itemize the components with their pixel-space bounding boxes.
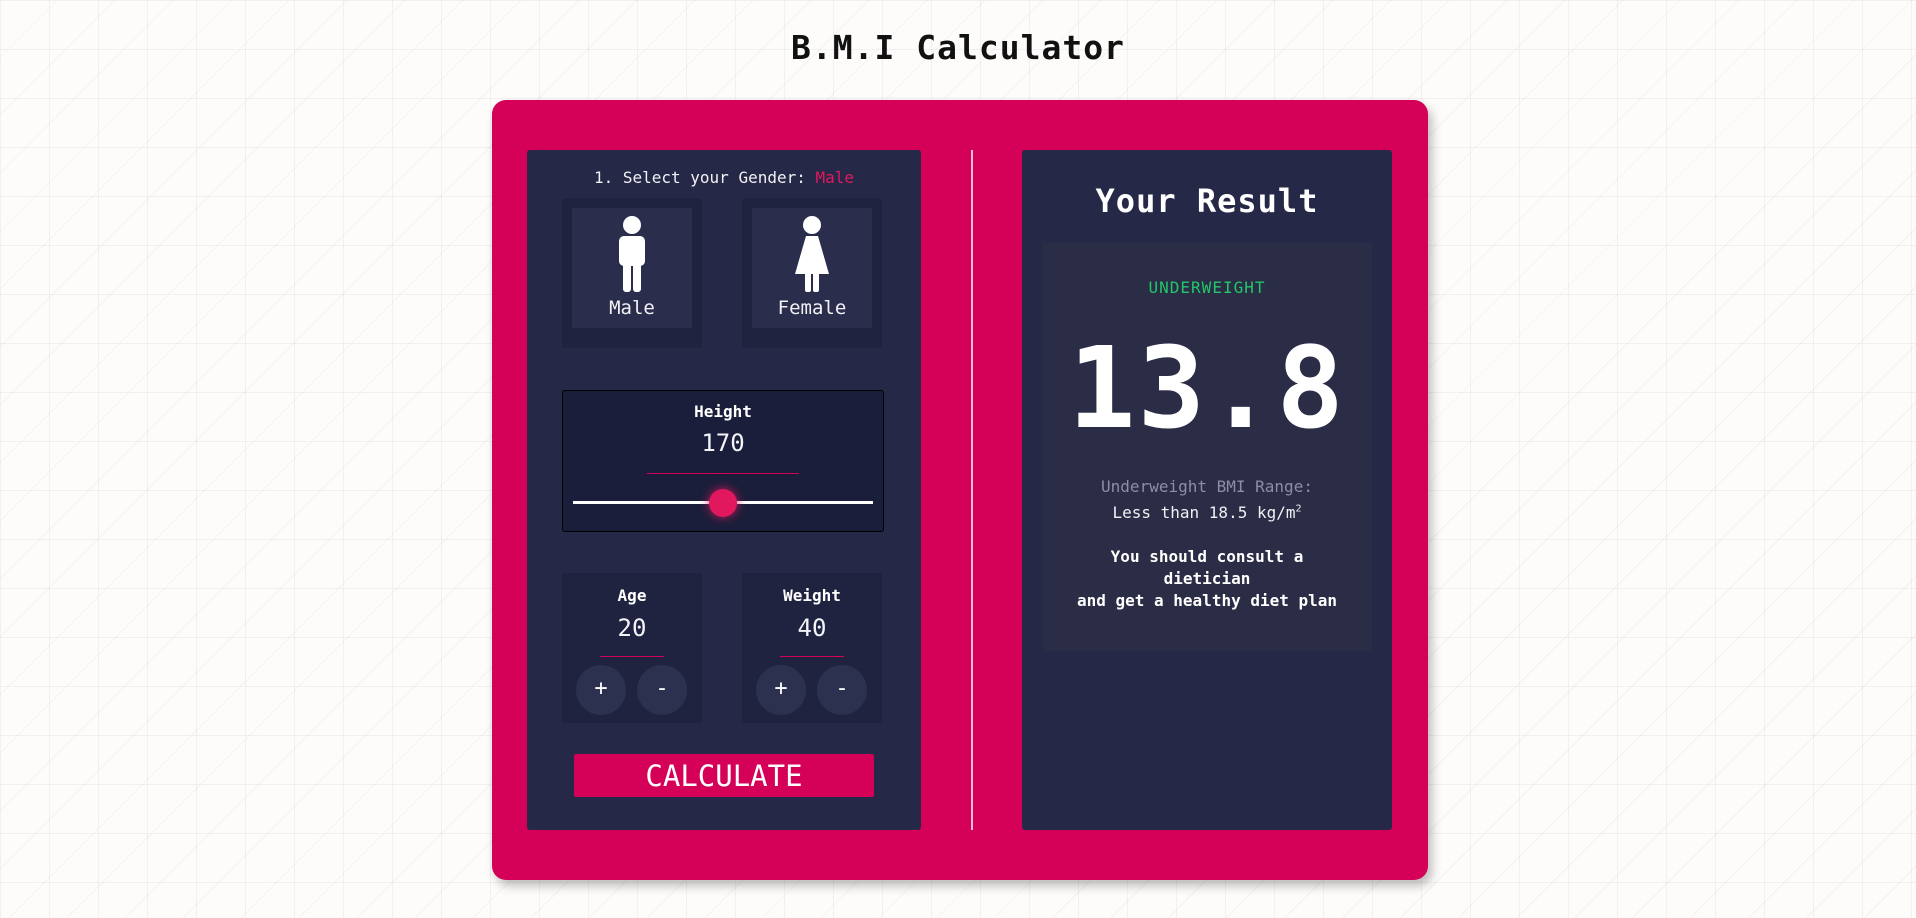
height-control: Height 170: [562, 390, 884, 532]
bmi-advice: You should consult a dietician and get a…: [1072, 546, 1342, 612]
calculate-button[interactable]: CALCULATE: [574, 754, 874, 797]
gender-option-male-inner: Male: [572, 208, 692, 328]
gender-prompt-text: 1. Select your Gender:: [593, 168, 816, 187]
male-icon: [619, 216, 645, 292]
bmi-range-text: Less than 18.5 kg/m: [1112, 503, 1296, 522]
gender-option-male-label: Male: [609, 297, 655, 319]
height-underline: [647, 473, 799, 474]
page-title: B.M.I Calculator: [791, 28, 1125, 67]
result-panel: Your Result UNDERWEIGHT 13.8 Underweight…: [1022, 150, 1392, 830]
age-increment-button[interactable]: +: [576, 665, 626, 715]
bmi-value: 13.8: [1068, 324, 1346, 454]
age-title: Age: [617, 586, 647, 605]
female-icon: [795, 216, 829, 292]
age-control: Age 20 + -: [562, 573, 702, 723]
bmi-range-unit-sup: 2: [1295, 503, 1302, 515]
weight-value: 40: [797, 614, 827, 642]
gender-option-male[interactable]: Male: [562, 198, 702, 348]
result-title: Your Result: [1095, 182, 1319, 220]
height-slider-thumb[interactable]: [709, 489, 737, 517]
weight-title: Weight: [783, 586, 841, 605]
input-panel: 1. Select your Gender: Male Male Female …: [527, 150, 921, 830]
result-box: UNDERWEIGHT 13.8 Underweight BMI Range: …: [1042, 243, 1372, 651]
weight-control: Weight 40 + -: [742, 573, 882, 723]
bmi-advice-line-2: and get a healthy diet plan: [1076, 591, 1338, 610]
weight-decrement-button[interactable]: -: [817, 665, 867, 715]
gender-prompt: 1. Select your Gender: Male: [527, 168, 921, 187]
age-decrement-button[interactable]: -: [637, 665, 687, 715]
weight-increment-button[interactable]: +: [756, 665, 806, 715]
bmi-advice-line-1: You should consult a dietician: [1110, 547, 1304, 588]
gender-option-female-label: Female: [777, 297, 847, 319]
panel-divider: [971, 150, 973, 830]
bmi-range-value: Less than 18.5 kg/m2: [1042, 503, 1372, 522]
gender-option-female-inner: Female: [752, 208, 872, 328]
age-underline: [600, 656, 664, 657]
bmi-range-label: Underweight BMI Range:: [1101, 477, 1313, 496]
age-value: 20: [617, 614, 647, 642]
weight-underline: [780, 656, 844, 657]
calculator-card: 1. Select your Gender: Male Male Female …: [492, 100, 1428, 880]
bmi-status: UNDERWEIGHT: [1148, 278, 1266, 297]
selected-gender: Male: [815, 168, 855, 187]
height-value: 170: [701, 429, 745, 457]
height-title: Height: [694, 402, 752, 421]
gender-option-female[interactable]: Female: [742, 198, 882, 348]
